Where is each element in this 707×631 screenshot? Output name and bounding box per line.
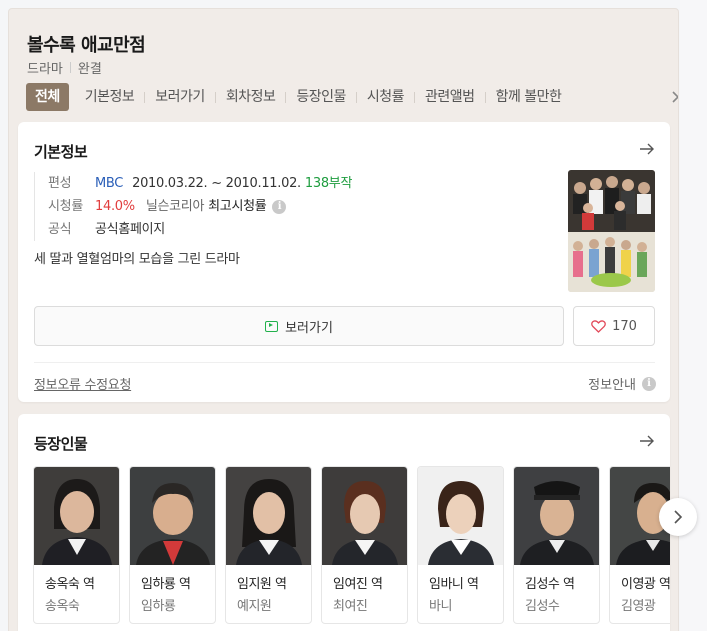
info-icon: i xyxy=(642,376,656,391)
cast-role: 이영광 역 xyxy=(621,577,670,592)
heart-icon xyxy=(591,319,606,333)
cast-role: 송옥숙 역 xyxy=(45,577,95,592)
play-icon xyxy=(265,320,279,332)
poster-image[interactable] xyxy=(568,170,655,292)
info-block: 편성 MBC 2010.03.22. ~ 2010.11.02. 138부작 시… xyxy=(34,172,554,241)
cast-actor: 예지원 xyxy=(237,599,272,614)
cast-item[interactable]: 임바니 역 바니 xyxy=(417,466,504,624)
cast-photo xyxy=(514,467,599,565)
status-label: 완결 xyxy=(77,62,102,77)
info-icon[interactable]: i xyxy=(272,199,287,214)
cast-photo xyxy=(322,467,407,565)
arrow-right-icon xyxy=(640,143,654,155)
cast-item[interactable]: 임지원 역 예지원 xyxy=(225,466,312,624)
official-link[interactable]: 공식홈페이지 xyxy=(95,218,165,241)
broadcast-period: 2010.03.22. ~ 2010.11.02. xyxy=(132,176,301,191)
cast-next-button[interactable] xyxy=(659,498,697,536)
subtitle: 드라마 완결 xyxy=(27,58,102,77)
tab-recommend[interactable]: 함께 볼만한 xyxy=(486,83,572,111)
cast-actor: 송옥숙 xyxy=(45,599,80,614)
rating-source: 닐슨코리아 xyxy=(145,199,205,214)
schedule-key: 편성 xyxy=(48,176,72,191)
cast-card: 등장인물 송옥숙 역 송옥숙 임하룡 역 임하룡 임지원 역 예지원 임여진 역… xyxy=(18,414,670,631)
rating-value: 14.0% xyxy=(95,199,135,214)
description: 세 딸과 열혈엄마의 모습을 그린 드라마 xyxy=(34,252,240,267)
cast-photo xyxy=(226,467,311,565)
rating-value-group: 14.0% 닐슨코리아 최고시청률 i xyxy=(95,195,287,218)
cast-item[interactable]: 임여진 역 최여진 xyxy=(321,466,408,624)
official-row: 공식 공식홈페이지 xyxy=(48,218,554,241)
like-count: 170 xyxy=(612,318,637,334)
tab-all[interactable]: 전체 xyxy=(26,83,69,111)
cast-role: 김성수 역 xyxy=(525,577,575,592)
like-button[interactable]: 170 xyxy=(573,306,655,346)
cast-title: 등장인물 xyxy=(34,435,88,453)
chevron-right-icon xyxy=(674,510,683,524)
cast-photo xyxy=(130,467,215,565)
content-panel: 볼수록 애교만점 드라마 완결 전체 기본정보 보러가기 회차정보 등장인물 시… xyxy=(8,8,679,631)
cast-actor: 김영광 xyxy=(621,599,656,614)
cast-role: 임지원 역 xyxy=(237,577,287,592)
cast-actor: 바니 xyxy=(429,599,452,614)
cast-role: 임바니 역 xyxy=(429,577,479,592)
info-guide-label: 정보안내 xyxy=(588,378,636,393)
cast-photo xyxy=(418,467,503,565)
subtitle-divider xyxy=(69,62,71,73)
cast-item[interactable]: 송옥숙 역 송옥숙 xyxy=(33,466,120,624)
cast-actor: 임하룡 xyxy=(141,599,176,614)
tab-scroll-button[interactable] xyxy=(652,83,678,111)
cast-actor: 김성수 xyxy=(525,599,560,614)
poster-art xyxy=(568,170,655,292)
rating-key: 시청률 xyxy=(48,199,83,214)
tab-albums[interactable]: 관련앨범 xyxy=(415,83,485,111)
schedule-row: 편성 MBC 2010.03.22. ~ 2010.11.02. 138부작 xyxy=(48,172,554,195)
report-error-link[interactable]: 정보오류 수정요청 xyxy=(34,374,131,393)
rating-row: 시청률 14.0% 닐슨코리아 최고시청률 i xyxy=(48,195,554,218)
tab-cast[interactable]: 등장인물 xyxy=(286,83,356,111)
schedule-value: MBC 2010.03.22. ~ 2010.11.02. 138부작 xyxy=(95,172,352,195)
page-background-strip xyxy=(680,0,707,631)
arrow-right-icon xyxy=(640,435,654,447)
tab-basic-info[interactable]: 기본정보 xyxy=(75,83,145,111)
cast-item[interactable]: 임하룡 역 임하룡 xyxy=(129,466,216,624)
official-key: 공식 xyxy=(48,222,72,237)
episode-count: 138부작 xyxy=(304,176,353,191)
chevron-right-icon xyxy=(672,91,678,103)
tab-episodes[interactable]: 회차정보 xyxy=(216,83,286,111)
cast-item[interactable]: 이영광 역 김영광 xyxy=(609,466,670,624)
cast-actor: 최여진 xyxy=(333,599,368,614)
basic-info-title: 기본정보 xyxy=(34,143,88,161)
card-divider xyxy=(34,362,655,363)
cast-list: 송옥숙 역 송옥숙 임하룡 역 임하룡 임지원 역 예지원 임여진 역 최여진 … xyxy=(33,466,670,626)
genre-label: 드라마 xyxy=(27,62,63,77)
tab-watch[interactable]: 보러가기 xyxy=(145,83,215,111)
cast-more-button[interactable] xyxy=(638,432,656,450)
basic-info-more-button[interactable] xyxy=(638,140,656,158)
rating-label: 최고시청률 xyxy=(208,199,267,214)
watch-button[interactable]: 보러가기 xyxy=(34,306,564,346)
watch-button-label: 보러가기 xyxy=(285,320,333,336)
cast-item[interactable]: 김성수 역 김성수 xyxy=(513,466,600,624)
channel-link[interactable]: MBC xyxy=(95,172,123,195)
page-title: 볼수록 애교만점 xyxy=(27,35,146,56)
tab-bar: 전체 기본정보 보러가기 회차정보 등장인물 시청률 관련앨범 함께 볼만한 xyxy=(26,83,571,111)
info-guide-link[interactable]: 정보안내 i xyxy=(588,374,656,393)
info-rows: 편성 MBC 2010.03.22. ~ 2010.11.02. 138부작 시… xyxy=(34,172,554,241)
cast-role: 임하룡 역 xyxy=(141,577,191,592)
cast-role: 임여진 역 xyxy=(333,577,383,592)
basic-info-card: 기본정보 편성 MBC 2010.03.22. ~ 2010.11.02. 13… xyxy=(18,122,670,402)
cast-photo xyxy=(34,467,119,565)
tab-ratings[interactable]: 시청률 xyxy=(357,83,414,111)
